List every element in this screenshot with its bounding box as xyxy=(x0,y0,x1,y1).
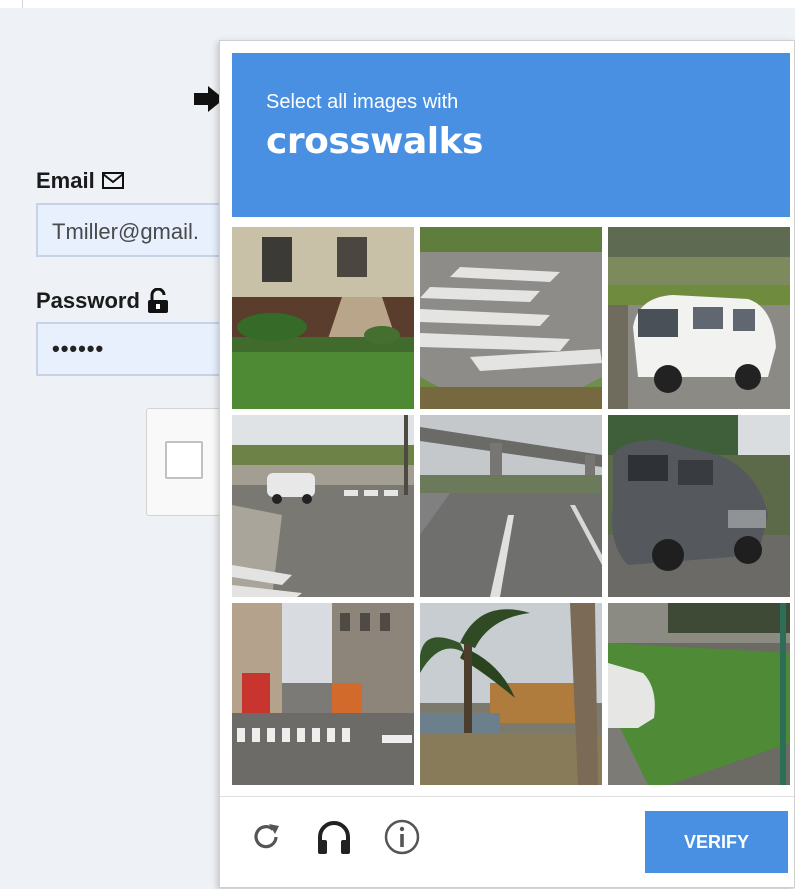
reload-icon[interactable] xyxy=(246,817,286,857)
captcha-tile-crosswalk-closeup[interactable] xyxy=(420,227,602,409)
password-label-text: Password xyxy=(36,288,140,313)
info-icon[interactable] xyxy=(382,817,422,857)
unlock-icon xyxy=(146,288,170,314)
verify-button[interactable]: VERIFY xyxy=(645,811,788,873)
captcha-tile-white-van[interactable] xyxy=(608,227,790,409)
captcha-tile-grey-suv[interactable] xyxy=(608,415,790,597)
email-label-text: Email xyxy=(36,168,95,193)
envelope-icon xyxy=(101,171,125,191)
password-field[interactable]: •••••• xyxy=(36,322,236,376)
captcha-tile-house-porch[interactable] xyxy=(232,227,414,409)
top-border xyxy=(0,0,795,8)
captcha-tile-highway-overpass[interactable] xyxy=(420,415,602,597)
captcha-footer: VERIFY xyxy=(220,796,794,889)
captcha-tile-palm-tree[interactable] xyxy=(420,603,602,785)
password-label: Password xyxy=(36,288,170,314)
captcha-challenge: Select all images with crosswalks VERIFY xyxy=(219,40,795,888)
captcha-header: Select all images with crosswalks xyxy=(232,53,790,217)
recaptcha-checkbox[interactable] xyxy=(165,441,203,479)
captcha-instruction: Select all images with xyxy=(266,91,459,113)
captcha-tile-intersection-crosswalk[interactable] xyxy=(232,415,414,597)
captcha-image-grid xyxy=(232,227,790,787)
headphones-icon[interactable] xyxy=(314,817,354,857)
captcha-tile-parked-car-grass[interactable] xyxy=(608,603,790,785)
divider xyxy=(22,0,23,8)
email-label: Email xyxy=(36,168,125,194)
email-field[interactable]: Tmiller@gmail. xyxy=(36,203,236,257)
captcha-keyword: crosswalks xyxy=(266,121,483,162)
captcha-tile-city-street-crosswalk[interactable] xyxy=(232,603,414,785)
